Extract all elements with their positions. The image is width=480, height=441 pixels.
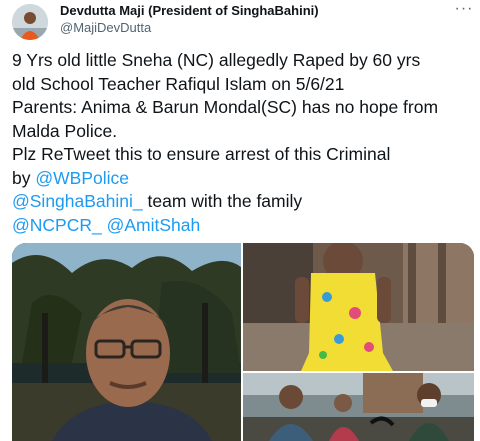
author-name[interactable]: Devdutta Maji (President of SinghaBahini… (60, 3, 319, 18)
author-handle[interactable]: @MajiDevDutta (60, 20, 151, 35)
tweet-text-segment: Malda Police. (12, 120, 118, 141)
tweet-photo-child-yellow-dress[interactable] (243, 243, 474, 371)
more-icon[interactable]: ··· (452, 0, 476, 20)
tweet-text-segment: team with the family (142, 191, 303, 211)
tweet-text-segment: old School Teacher Rafiqul Islam on 5/6/… (12, 73, 345, 94)
mention-link[interactable]: @NCPCR_ (12, 215, 102, 235)
mention-link[interactable]: @AmitShah (107, 215, 201, 235)
mention-link[interactable]: @WBPolice (35, 168, 129, 188)
tweet-line: old School Teacher Rafiqul Islam on 5/6/… (12, 73, 474, 97)
tweet-line: Malda Police. (12, 120, 474, 144)
tweet-line: @SinghaBahini_ team with the family (12, 190, 474, 214)
tweet-line: @NCPCR_ @AmitShah (12, 214, 474, 238)
tweet-line: Parents: Anima & Barun Mondal(SC) has no… (12, 96, 474, 120)
tweet-photo-man-portrait[interactable] (12, 243, 241, 441)
tweet-text-segment: 9 Yrs old little Sneha (NC) allegedly Ra… (12, 50, 421, 70)
tweet-text-segment: Parents: Anima & Barun Mondal(SC) has no… (12, 97, 439, 117)
tweet-media-grid[interactable] (12, 243, 474, 441)
tweet-text-segment: by (12, 167, 36, 188)
tweet-text: 9 Yrs old little Sneha (NC) allegedly Ra… (12, 49, 474, 237)
tweet-photo-group-outdoors[interactable] (243, 373, 474, 441)
tweet-text-segment: Plz ReTweet this to ensure arrest of thi… (12, 144, 391, 164)
tweet-line: Plz ReTweet this to ensure arrest of thi… (12, 143, 474, 167)
author-avatar[interactable] (12, 4, 48, 40)
mention-link[interactable]: @SinghaBahini_ (12, 191, 143, 211)
tweet-line: by @WBPolice (12, 167, 474, 191)
tweet-line: 9 Yrs old little Sneha (NC) allegedly Ra… (12, 49, 474, 73)
